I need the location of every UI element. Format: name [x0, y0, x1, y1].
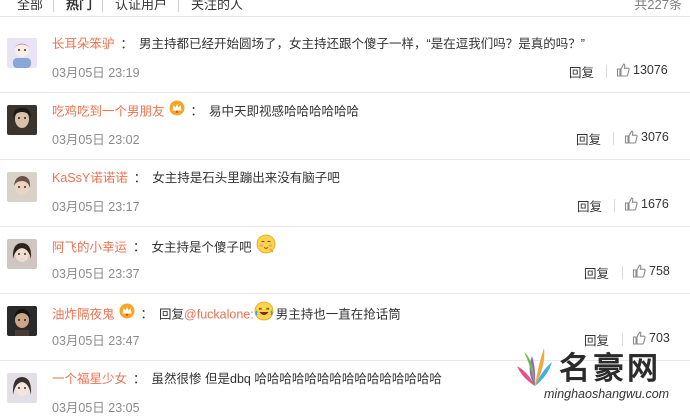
action-divider	[606, 65, 607, 78]
comment-text: 女主持是个傻子吧	[151, 240, 252, 255]
avatar[interactable]	[7, 239, 37, 269]
total-comment-count: 共227条	[634, 0, 682, 12]
thumbs-up-icon	[624, 130, 638, 144]
like-button[interactable]: 13076	[616, 61, 668, 79]
comment-line: KaSsY诺诺诺 ： 女主持是石头里蹦出来没有脑子吧	[52, 168, 340, 188]
reply-button[interactable]: 回复	[577, 196, 602, 215]
thumbs-up-icon	[616, 63, 630, 77]
tab-divider	[53, 0, 54, 12]
comment-time: 03月05日 23:05	[52, 401, 140, 415]
username-link[interactable]: 油炸隔夜鬼	[52, 307, 115, 321]
like-button[interactable]: 1676	[624, 195, 669, 213]
like-count: 1676	[641, 197, 669, 211]
site-watermark: 名豪网 minghaoshangwu.com	[502, 340, 690, 419]
username-link[interactable]: 吃鸡吃到一个男朋友	[52, 104, 165, 118]
crown-badge-icon	[119, 303, 135, 325]
comment-line: 长耳朵笨驴 ： 男主持都已经开始圆场了，女主持还跟个傻子一样，“是在逗我们吗？是真的…	[52, 34, 585, 54]
tab-divider	[102, 0, 103, 12]
action-divider	[613, 132, 614, 145]
colon-separator: ：	[133, 240, 146, 255]
comment-filter-bar: 全部 热门 认证用户 关注的人 共227条	[0, 0, 690, 17]
comment-text: 男主持都已经开始圆场了，女主持还跟个傻子一样，“是在逗我们吗？是真的吗？”	[139, 37, 585, 51]
comment-time: 03月05日 23:02	[52, 133, 140, 147]
comment-item: 阿飞的小幸运 ： 女主持是个傻子吧 03月05日 23:37 回复 758	[0, 228, 690, 294]
comment-line: 阿飞的小幸运 ： 女主持是个傻子吧	[52, 234, 276, 255]
comment-time: 03月05日 23:17	[52, 200, 140, 214]
comment-text: 男主持也一直在抢话筒	[275, 307, 401, 322]
comment-item: KaSsY诺诺诺 ： 女主持是石头里蹦出来没有脑子吧 03月05日 23:17 回复…	[0, 161, 690, 227]
brand-logo-icon	[517, 348, 552, 386]
shy-face-emoji-icon	[256, 234, 276, 260]
username-link[interactable]: KaSsY诺诺诺	[52, 171, 128, 185]
comment-time: 03月05日 23:19	[52, 66, 140, 80]
avatar[interactable]	[7, 306, 37, 336]
comment-text: 女主持是石头里蹦出来没有脑子吧	[152, 171, 340, 185]
colon-separator: ：	[120, 37, 134, 51]
avatar[interactable]	[7, 105, 37, 135]
like-button[interactable]: 758	[632, 262, 670, 280]
comment-item: 长耳朵笨驴 ： 男主持都已经开始圆场了，女主持还跟个傻子一样，“是在逗我们吗？是真的…	[0, 27, 690, 93]
username-link[interactable]: 阿飞的小幸运	[52, 240, 127, 254]
colon-separator: ：	[133, 171, 147, 185]
thumbs-up-icon	[632, 264, 646, 278]
comment-text: 易中天即视感哈哈哈哈哈哈	[209, 104, 360, 119]
comment-time: 03月05日 23:37	[52, 267, 140, 281]
comment-line: 油炸隔夜鬼 ： 回复@fuckalone: 男主持也一直在抢话筒	[52, 301, 401, 325]
avatar[interactable]	[7, 38, 37, 68]
colon-separator: ：	[133, 372, 146, 386]
reply-button[interactable]: 回复	[576, 129, 601, 148]
colon-separator: ：	[140, 307, 154, 322]
tab-hot[interactable]: 热门	[66, 0, 92, 13]
watermark-brand: 名豪网	[559, 351, 661, 387]
mention-link[interactable]: @fuckalone:	[184, 307, 254, 321]
watermark-url: minghaoshangwu.com	[544, 387, 670, 401]
laughing-tears-emoji-icon	[254, 301, 274, 327]
reply-button[interactable]: 回复	[569, 62, 594, 81]
comment-item: 吃鸡吃到一个男朋友 ： 易中天即视感哈哈哈哈哈哈 03月05日 23:02 回复 3…	[0, 94, 690, 160]
tab-following[interactable]: 关注的人	[191, 0, 243, 13]
like-count: 3076	[641, 130, 669, 144]
avatar[interactable]	[7, 373, 37, 403]
tab-divider	[178, 0, 179, 12]
comment-text: 虽然很惨 但是dbq 哈哈哈哈哈哈哈哈哈哈哈哈哈哈哈	[151, 372, 442, 386]
reply-prefix: 回复	[159, 307, 185, 322]
action-divider	[622, 266, 623, 279]
avatar[interactable]	[7, 172, 37, 202]
colon-separator: ：	[190, 104, 204, 119]
username-link[interactable]: 一个福星少女	[52, 372, 127, 386]
comment-time: 03月05日 23:47	[52, 334, 140, 348]
thumbs-up-icon	[624, 197, 638, 211]
crown-badge-icon	[169, 100, 185, 122]
username-link[interactable]: 长耳朵笨驴	[52, 37, 115, 51]
comment-line: 吃鸡吃到一个男朋友 ： 易中天即视感哈哈哈哈哈哈	[52, 100, 360, 122]
like-count: 758	[649, 264, 670, 278]
reply-button[interactable]: 回复	[584, 263, 609, 282]
like-button[interactable]: 3076	[624, 128, 669, 146]
tab-all[interactable]: 全部	[17, 0, 43, 13]
action-divider	[614, 199, 615, 212]
comment-line: 一个福星少女 ： 虽然很惨 但是dbq 哈哈哈哈哈哈哈哈哈哈哈哈哈哈哈	[52, 369, 442, 389]
like-count: 13076	[633, 63, 668, 77]
tab-verified-users[interactable]: 认证用户	[115, 0, 167, 13]
